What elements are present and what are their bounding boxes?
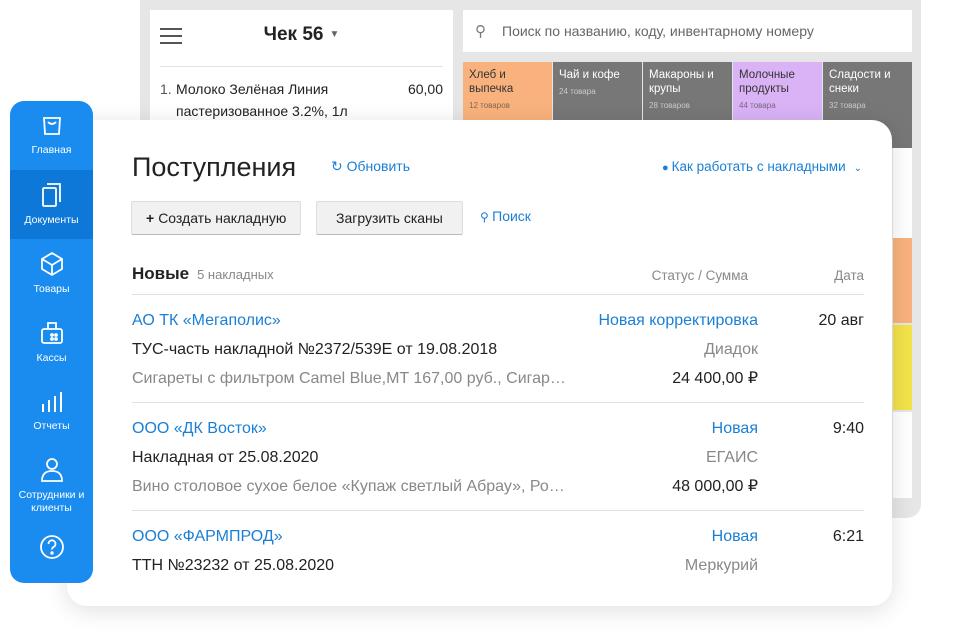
source-text: Меркурий (684, 557, 758, 574)
supplier-link[interactable]: АО ТК «Мегаполис» (132, 306, 281, 335)
column-header-date: Дата (834, 268, 864, 283)
source-text: Диадок (704, 341, 758, 358)
sidebar: Главная Документы Товары Кассы Отчеты Со… (10, 101, 93, 583)
document-name: ТТН №23232 от 25.08.2020 (132, 557, 335, 574)
documents-icon (41, 183, 61, 207)
cash-register-icon (40, 322, 63, 344)
tile-strip (893, 148, 912, 238)
sidebar-item-staff-clients[interactable]: Сотрудники и клиенты (10, 446, 93, 526)
divider (160, 66, 443, 67)
supplier-link[interactable]: ООО «ДК Восток» (132, 414, 267, 443)
category-count: 44 товара (739, 101, 776, 110)
source-text: ЕГАИС (706, 449, 758, 466)
sidebar-item-label: Главная (31, 144, 72, 156)
create-invoice-button[interactable]: + Создать накладную (131, 201, 302, 235)
category-name: Молочные продукты (739, 69, 795, 95)
items-description: Вино столовое сухое белое «Купаж светлый… (132, 478, 572, 495)
sidebar-item-reports[interactable]: Отчеты (10, 377, 93, 446)
status-text: Новая (711, 528, 758, 545)
table-row[interactable]: ООО «ДК Восток» Новая 9:40 Накладная от … (132, 414, 864, 514)
category-count: 24 товара (559, 87, 596, 96)
chevron-down-icon: ⌄ (853, 163, 862, 174)
sidebar-item-label: Сотрудники и клиенты (18, 489, 85, 514)
help-link[interactable]: ● Как работать с накладными ⌄ (662, 159, 862, 174)
help-label: Как работать с накладными (671, 159, 846, 174)
upload-scans-button[interactable]: Загрузить сканы (316, 201, 463, 235)
upload-label: Загрузить сканы (336, 210, 443, 226)
bag-icon (42, 117, 61, 135)
category-name: Макароны и крупы (649, 69, 714, 95)
date-text: 20 авг (818, 312, 864, 329)
product-search-input[interactable]: ⚲ Поиск по названию, коду, инвентарному н… (463, 10, 912, 52)
search-icon: ⚲ (480, 210, 493, 224)
sidebar-item-products[interactable]: Товары (10, 239, 93, 308)
tile-strip (893, 238, 912, 323)
sidebar-item-label: Товары (33, 283, 70, 295)
date-text: 9:40 (832, 420, 864, 437)
divider (132, 510, 864, 511)
search-label: Поиск (492, 208, 531, 224)
search-placeholder: Поиск по названию, коду, инвентарному но… (502, 23, 814, 39)
item-number: 1. (160, 81, 172, 97)
check-title-text: Чек 56 (263, 24, 324, 45)
search-icon: ⚲ (475, 23, 486, 40)
document-name: Накладная от 25.08.2020 (132, 449, 319, 466)
date-text: 6:21 (832, 528, 864, 545)
items-description: Сигареты с фильтром Camel Blue,MT 167,00… (132, 370, 572, 387)
tile-strip (893, 325, 912, 410)
table-row[interactable]: ООО «ФАРМПРОД» Новая 6:21 ТТН №23232 от … (132, 522, 864, 582)
category-count: 28 товаров (649, 101, 690, 110)
chevron-down-icon: ▼ (329, 29, 340, 41)
category-name: Чай и кофе (559, 69, 620, 81)
help-icon (39, 535, 64, 559)
bar-chart-icon (41, 392, 62, 412)
check-title[interactable]: Чек 56 ▼ (150, 24, 453, 46)
category-count: 32 товара (829, 101, 866, 110)
box-icon (40, 251, 63, 277)
sidebar-item-registers[interactable]: Кассы (10, 308, 93, 377)
refresh-icon: ↻ (331, 158, 347, 174)
category-count: 12 товаров (469, 101, 510, 110)
document-name: ТУС-часть накладной №2372/539Е от 19.08.… (132, 341, 498, 358)
sum-text: 48 000,00 ₽ (672, 478, 758, 495)
plus-icon: + (146, 210, 155, 226)
create-label: Создать накладную (158, 210, 287, 226)
sidebar-item-home[interactable]: Главная (10, 101, 93, 170)
divider (132, 402, 864, 403)
category-name: Сладости и снеки (829, 69, 891, 95)
section-title: Новые 5 накладных (132, 264, 274, 284)
item-name: Молоко Зелёная Линия пастеризованное 3.2… (176, 81, 348, 119)
supplier-link[interactable]: ООО «ФАРМПРОД» (132, 522, 283, 551)
divider (132, 294, 864, 295)
sidebar-item-label: Кассы (36, 352, 67, 364)
section-label: Новые (132, 264, 190, 283)
help-icon: ● (661, 162, 672, 174)
user-icon (40, 458, 63, 482)
sidebar-item-label: Документы (24, 214, 79, 226)
refresh-button[interactable]: ↻ Обновить (331, 158, 410, 175)
table-row[interactable]: АО ТК «Мегаполис» Новая корректировка 20… (132, 306, 864, 406)
sidebar-item-documents[interactable]: Документы (10, 170, 93, 239)
receipts-card: Поступления ↻ Обновить ● Как работать с … (67, 120, 892, 606)
sidebar-item-label: Отчеты (33, 420, 70, 432)
help-button[interactable] (10, 526, 93, 574)
status-text: Новая корректировка (598, 312, 758, 329)
sum-text: 24 400,00 ₽ (672, 370, 758, 387)
item-price: 60,00 (407, 81, 443, 97)
status-text: Новая (711, 420, 758, 437)
refresh-label: Обновить (346, 158, 411, 174)
category-name: Хлеб и выпечка (469, 69, 514, 95)
column-header-status: Статус / Сумма (651, 268, 748, 283)
section-count: 5 накладных (197, 267, 274, 282)
tile-strip (893, 412, 912, 498)
search-link[interactable]: ⚲ Поиск (480, 208, 531, 224)
page-title: Поступления (132, 152, 297, 182)
